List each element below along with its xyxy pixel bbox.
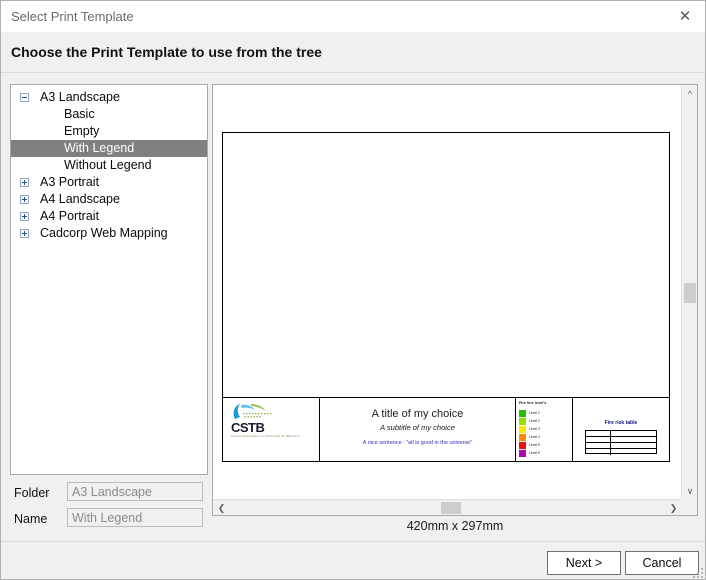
legend-items: Level 1 Level 2 Level 3 Level 4 Level 5 Level… (519, 409, 540, 457)
title-cell: A title of my choice A subtitle of my ch… (320, 398, 516, 461)
legend-entry: Level 5 (519, 441, 540, 449)
tree-item-label: A3 Portrait (40, 175, 100, 189)
logo-cell: CSTB Centre Scientifique et Technique du… (223, 398, 320, 461)
next-button[interactable]: Next > (547, 551, 621, 575)
template-fields: Folder Name (10, 481, 206, 533)
legend-swatch (519, 417, 526, 425)
tree-item-label: A4 Portrait (40, 209, 100, 223)
tree-item-a3-landscape[interactable]: A3 Landscape (11, 89, 207, 106)
instruction-text: Choose the Print Template to use from th… (11, 44, 322, 60)
preview-main-title: A title of my choice (371, 408, 464, 420)
legend-swatch (519, 449, 526, 457)
header-band: Choose the Print Template to use from th… (1, 32, 705, 73)
tree-item-a3-portrait[interactable]: A3 Portrait (11, 174, 207, 191)
name-row: Name (10, 507, 206, 533)
tree-item-basic[interactable]: Basic (11, 106, 207, 123)
tree-item-empty[interactable]: Empty (11, 123, 207, 140)
expand-icon[interactable] (20, 178, 29, 187)
tree-item-a4-landscape[interactable]: A4 Landscape (11, 191, 207, 208)
window-title: Select Print Template (11, 9, 134, 24)
legend-swatch (519, 433, 526, 441)
dialog-content: A3 Landscape Basic Empty With Legend Without… (1, 73, 705, 541)
legend-label: Level 4 (529, 435, 540, 439)
cancel-button[interactable]: Cancel (625, 551, 699, 575)
folder-row: Folder (10, 481, 206, 507)
close-icon: ✕ (678, 7, 692, 25)
title-block: CSTB Centre Scientifique et Technique du… (223, 397, 669, 461)
legend-entry: Level 1 (519, 409, 540, 417)
tree-item-with-legend[interactable]: With Legend (11, 140, 207, 157)
preview-viewport[interactable]: CSTB Centre Scientifique et Technique du… (213, 85, 682, 500)
dialog-footer: Next > Cancel (1, 541, 705, 579)
legend-entry: Level 4 (519, 433, 540, 441)
tree-item-without-legend[interactable]: Without Legend (11, 157, 207, 174)
legend-entry: Level 3 (519, 425, 540, 433)
legend-swatch (519, 441, 526, 449)
scroll-left-button[interactable]: ❮ (213, 500, 230, 515)
collapse-icon[interactable] (20, 93, 29, 102)
preview-vertical-scrollbar[interactable]: ^ ∨ (681, 85, 697, 500)
tree-item-label: With Legend (64, 141, 135, 155)
legend-label: Level 5 (529, 443, 540, 447)
scrollbar-corner (681, 499, 697, 515)
select-print-template-dialog: Select Print Template ✕ Choose the Print… (0, 0, 706, 580)
expand-icon[interactable] (20, 229, 29, 238)
name-input[interactable] (67, 508, 203, 527)
legend-label: Level 3 (529, 427, 540, 431)
legend-cell: Fire line level's Level 1 Level 2 Level 3L… (516, 398, 573, 461)
folder-input[interactable] (67, 482, 203, 501)
expand-icon[interactable] (20, 195, 29, 204)
folder-label: Folder (14, 486, 50, 500)
tree-item-label: Without Legend (64, 158, 152, 172)
legend-label: Level 1 (529, 411, 540, 415)
tree-item-label: Basic (64, 107, 95, 121)
preview-table-grid (585, 430, 657, 455)
tree-item-label: Empty (64, 124, 100, 138)
preview-horizontal-scrollbar[interactable]: ❮ ❯ (213, 499, 682, 515)
table-row (586, 449, 656, 455)
legend-title: Fire line level's (519, 401, 547, 405)
legend-entry: Level 6 (519, 449, 540, 457)
template-tree-panel[interactable]: A3 Landscape Basic Empty With Legend Without… (10, 84, 208, 475)
tree-item-a4-portrait[interactable]: A4 Portrait (11, 208, 207, 225)
legend-entry: Level 2 (519, 417, 540, 425)
legend-label: Level 6 (529, 451, 540, 455)
legend-swatch (519, 409, 526, 417)
page-dimensions-label: 420mm x 297mm (406, 519, 504, 533)
close-button[interactable]: ✕ (663, 1, 705, 31)
vertical-scroll-thumb[interactable] (684, 283, 696, 303)
page-sheet: CSTB Centre Scientifique et Technique du… (222, 132, 670, 462)
legend-swatch (519, 425, 526, 433)
tree-item-label: A3 Landscape (40, 90, 120, 104)
table-cell: Fire risk table (573, 398, 669, 461)
tree-item-label: Cadcorp Web Mapping (40, 226, 168, 240)
horizontal-scroll-thumb[interactable] (441, 502, 461, 514)
map-area (223, 133, 669, 398)
expand-icon[interactable] (20, 212, 29, 221)
cstb-swoosh-icon (233, 404, 272, 419)
cstb-wordmark: CSTB (231, 420, 265, 435)
preview-subtitle: A subtitle of my choice (380, 423, 455, 432)
cstb-tagline: Centre Scientifique et Technique du Bâti… (231, 434, 300, 438)
title-bar: Select Print Template ✕ (1, 1, 705, 33)
scroll-right-button[interactable]: ❯ (665, 500, 682, 515)
name-label: Name (14, 512, 48, 526)
scroll-down-button[interactable]: ∨ (682, 483, 697, 500)
preview-sentence: A nice sentence : "all is good in the un… (362, 440, 473, 446)
template-preview-panel: CSTB Centre Scientifique et Technique du… (212, 84, 698, 516)
template-tree[interactable]: A3 Landscape Basic Empty With Legend Without… (11, 85, 207, 242)
preview-table-heading: Fire risk table (604, 420, 638, 426)
scroll-up-button[interactable]: ^ (682, 85, 697, 102)
legend-label: Level 2 (529, 419, 540, 423)
tree-item-cadcorp-web-mapping[interactable]: Cadcorp Web Mapping (11, 225, 207, 242)
tree-item-label: A4 Landscape (40, 192, 120, 206)
resize-grip[interactable] (693, 568, 704, 579)
